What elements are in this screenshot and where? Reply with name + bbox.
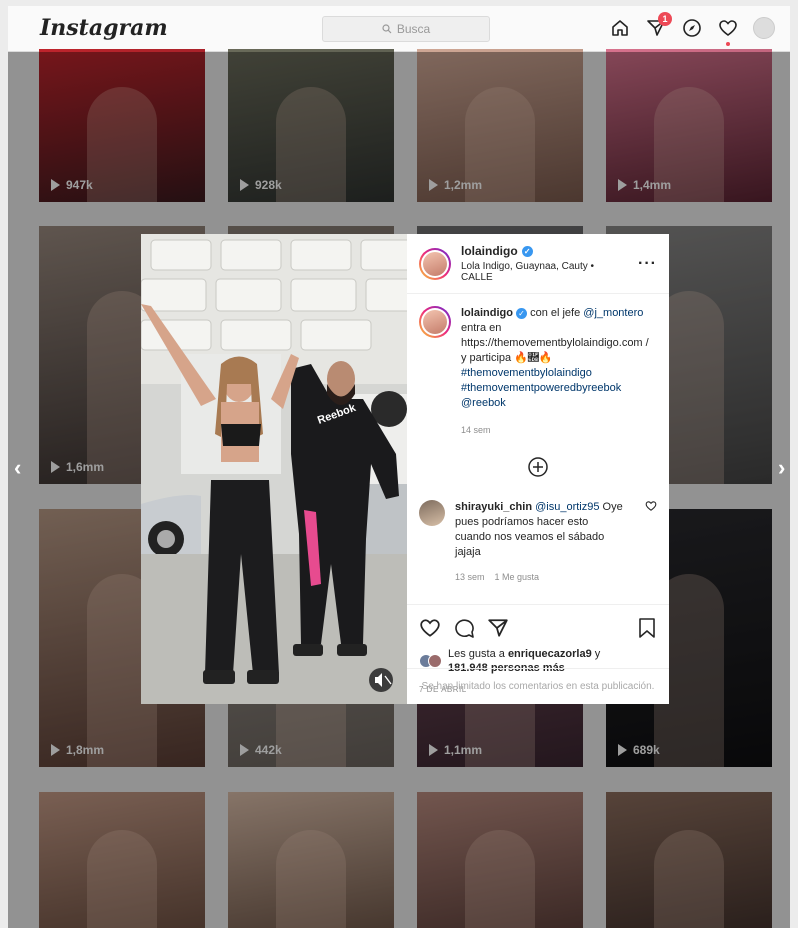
- comment-like-heart-icon[interactable]: [645, 500, 657, 512]
- comment-timestamp: 13 sem: [455, 572, 485, 582]
- post-modal: Reebok lolaindigo ✓ Lola Indigo, Guaynaa…: [141, 234, 669, 704]
- reebok-mention-link[interactable]: @reebok: [461, 397, 506, 409]
- caption-body: entra en https://themovementbylolaindigo…: [461, 322, 649, 364]
- likes-prefix: Les gusta a: [448, 648, 505, 660]
- comment-bubble-icon[interactable]: [453, 617, 475, 639]
- explore-icon[interactable]: [680, 16, 704, 40]
- like-heart-icon[interactable]: [419, 617, 441, 639]
- activity-heart-icon[interactable]: [716, 16, 740, 46]
- profile-avatar[interactable]: [752, 16, 776, 40]
- comment-mention-link[interactable]: @isu_ortiz95: [535, 501, 599, 513]
- previous-post-chevron-icon[interactable]: ‹: [14, 455, 21, 481]
- liker-avatar-2: [428, 654, 442, 668]
- top-navigation-bar: Instagram Busca 1: [8, 6, 790, 52]
- next-post-chevron-icon[interactable]: ›: [778, 455, 785, 481]
- direct-messages-icon[interactable]: 1: [644, 12, 672, 40]
- likes-username[interactable]: enriquecazorla9: [508, 648, 592, 660]
- caption-timestamp: 14 sem: [461, 425, 491, 435]
- author-username[interactable]: lolaindigo: [461, 244, 518, 258]
- save-bookmark-icon[interactable]: [637, 617, 657, 639]
- home-icon[interactable]: [608, 16, 632, 40]
- messages-badge: 1: [658, 12, 672, 26]
- author-avatar[interactable]: [419, 247, 451, 280]
- search-icon: [382, 24, 392, 34]
- caption-verified-icon: ✓: [516, 308, 528, 319]
- verified-badge-icon: ✓: [521, 245, 533, 257]
- search-placeholder: Busca: [396, 22, 431, 36]
- post-video[interactable]: Reebok: [141, 234, 407, 704]
- caption-username[interactable]: lolaindigo: [461, 307, 513, 319]
- activity-dot: [726, 42, 730, 46]
- nav-icons: 1: [608, 12, 776, 46]
- caption: lolaindigo ✓ con el jefe @j_montero entr…: [419, 306, 657, 438]
- plus-circle-icon: [528, 457, 548, 477]
- comments-limited-notice: Se han limitado los comentarios en esta …: [407, 668, 669, 704]
- caption-mention-link[interactable]: @j_montero: [583, 307, 643, 319]
- more-options-icon[interactable]: ···: [638, 255, 657, 273]
- comments-section: lolaindigo ✓ con el jefe @j_montero entr…: [407, 294, 669, 604]
- hashtag-link-2[interactable]: #themovementpoweredbyreebok: [461, 382, 621, 394]
- caption-author-avatar[interactable]: [419, 306, 451, 338]
- instagram-logo[interactable]: Instagram: [40, 15, 168, 41]
- comment-likes[interactable]: 1 Me gusta: [495, 570, 540, 585]
- comment-item: shirayuki_chin @isu_ortiz95 Oye pues pod…: [419, 500, 657, 585]
- share-paper-plane-icon[interactable]: [487, 617, 509, 639]
- commenter-avatar[interactable]: [419, 500, 445, 526]
- post-header: lolaindigo ✓ Lola Indigo, Guaynaa, Cauty…: [407, 234, 669, 294]
- search-input[interactable]: Busca: [322, 16, 490, 42]
- likes-joiner: y: [594, 648, 601, 660]
- video-frame: Reebok: [141, 234, 407, 704]
- caption-emoji: 🔥🛛🔥: [514, 352, 553, 364]
- post-sidebar: lolaindigo ✓ Lola Indigo, Guaynaa, Cauty…: [407, 234, 669, 704]
- commenter-username[interactable]: shirayuki_chin: [455, 501, 532, 513]
- hashtag-link-1[interactable]: #themovementbylolaindigo: [461, 367, 592, 379]
- caption-intro: con el jefe: [530, 307, 581, 319]
- load-more-comments-button[interactable]: [419, 456, 657, 478]
- post-location[interactable]: Lola Indigo, Guaynaa, Cauty • CALLE: [461, 261, 628, 283]
